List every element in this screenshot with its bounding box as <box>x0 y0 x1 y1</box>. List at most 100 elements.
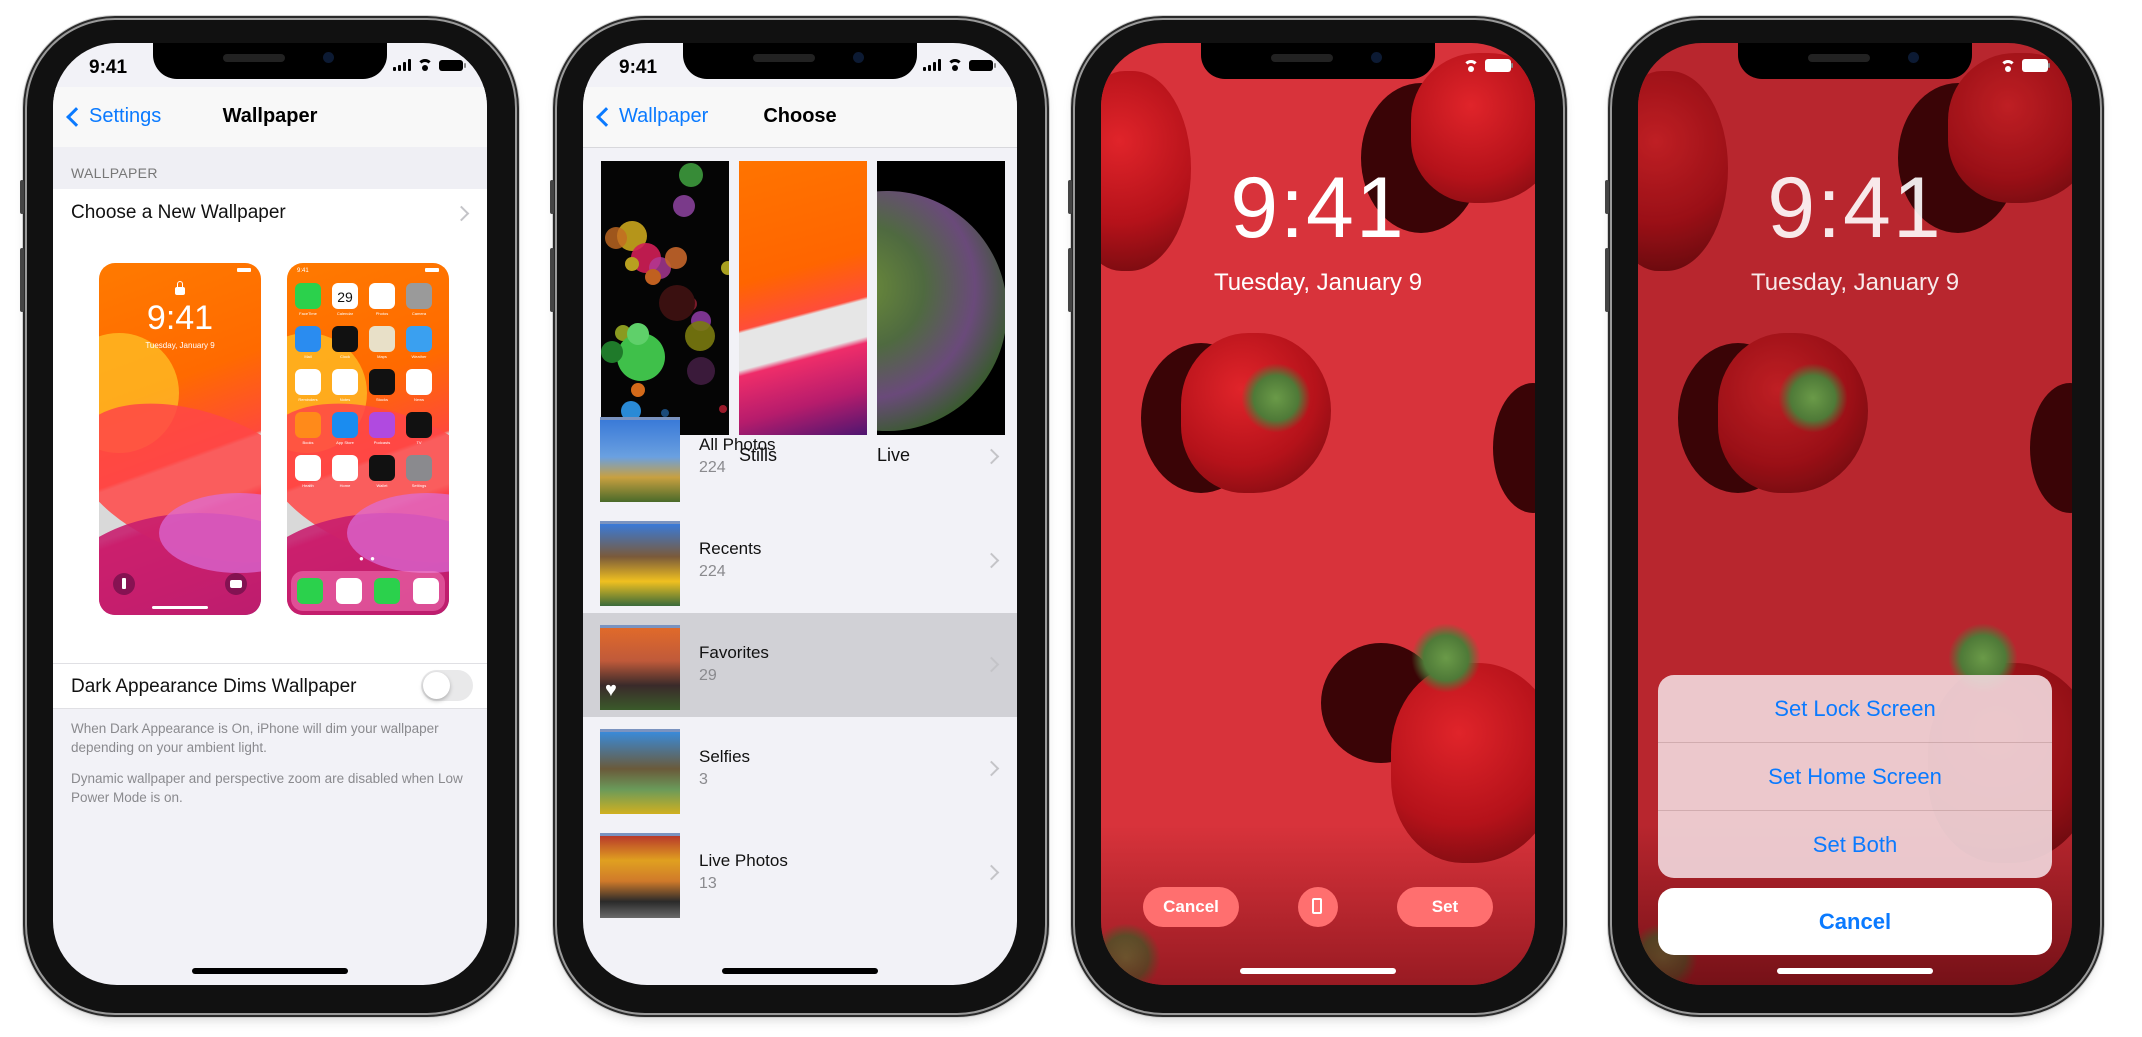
dark-appearance-toggle[interactable] <box>421 670 473 701</box>
app-label: Books <box>302 440 314 445</box>
action-sheet: Set Lock Screen Set Home Screen Set Both… <box>1658 675 2052 955</box>
album-title: All Photos <box>699 435 776 454</box>
app-icon-mail: Mail <box>295 326 321 359</box>
app-icon-home: Home <box>332 455 358 488</box>
app-icon-tv: TV <box>406 412 432 445</box>
album-row[interactable]: Live Photos 13 <box>583 821 1017 925</box>
lock-screen-preview[interactable]: 9:41 Tuesday, January 9 <box>99 263 261 615</box>
set-both-button[interactable]: Set Both <box>1658 811 2052 878</box>
app-icon-calendar: Calendar 29 <box>332 283 358 316</box>
set-button[interactable]: Set <box>1397 887 1493 927</box>
chevron-right-icon <box>983 448 1000 465</box>
choose-new-wallpaper-label: Choose a New Wallpaper <box>71 202 286 223</box>
album-count: 224 <box>699 459 726 476</box>
home-indicator[interactable] <box>722 968 878 974</box>
album-count: 224 <box>699 563 726 580</box>
lock-time: 9:41 <box>1767 160 1943 256</box>
app-icon-photos: Photos <box>369 283 395 316</box>
stills-thumbnail <box>739 161 867 435</box>
chevron-right-icon <box>983 656 1000 673</box>
page-dots: ● ● <box>359 554 377 563</box>
app-icon-wallet: Wallet <box>369 455 395 488</box>
app-icon-stocks: Stocks <box>369 369 395 402</box>
home-indicator[interactable] <box>1777 968 1933 974</box>
wifi-icon <box>2000 59 2016 72</box>
cancel-button[interactable]: Cancel <box>1143 887 1239 927</box>
app-label: Photos <box>375 311 389 316</box>
app-icon-reminders: Reminders <box>295 369 321 402</box>
home-indicator <box>152 606 208 609</box>
album-title: Live Photos <box>699 851 788 870</box>
screen: 9:41 Settings Wallpaper WALLPAPER Choose… <box>53 43 487 985</box>
set-home-screen-button[interactable]: Set Home Screen <box>1658 743 2052 811</box>
cellular-signal-icon <box>393 59 411 71</box>
album-count: 13 <box>699 875 717 892</box>
dock-icon-music <box>412 578 439 604</box>
app-label: FaceTime <box>299 311 317 316</box>
dock-icon-safari <box>335 578 362 604</box>
home-screen-preview[interactable]: 9:41 FaceTime Calendar 29 Photos Camera Mail C… <box>287 263 449 615</box>
footnote-low-power: Dynamic wallpaper and perspective zoom a… <box>71 771 463 805</box>
battery-icon <box>425 268 439 272</box>
status-time: 9:41 <box>89 57 128 78</box>
page-title: Wallpaper <box>222 105 318 127</box>
home-indicator[interactable] <box>192 968 348 974</box>
cancel-button[interactable]: Cancel <box>1658 888 2052 955</box>
app-label: Camera <box>411 311 427 316</box>
set-lock-screen-button[interactable]: Set Lock Screen <box>1658 675 2052 743</box>
album-row[interactable]: Favorites 29 ♥ <box>583 613 1017 717</box>
app-icon-app-store: App Store <box>332 412 358 445</box>
perspective-zoom-button[interactable] <box>1298 887 1338 927</box>
volume-up-button <box>1068 248 1072 312</box>
app-label: Wallet <box>376 483 388 488</box>
album-row[interactable]: All Photos 224 <box>583 405 1017 509</box>
mute-switch <box>1605 180 1609 214</box>
notch <box>153 43 387 79</box>
mute-switch <box>550 180 554 214</box>
app-label: Calendar <box>336 311 354 316</box>
app-label: App Store <box>336 440 354 445</box>
lock-date: Tuesday, January 9 <box>1750 269 1960 296</box>
screen: 9:41 Tuesday, January 9 Cancel Set <box>1101 43 1535 985</box>
app-label: Notes <box>339 397 351 402</box>
album-row[interactable]: Recents 224 <box>583 509 1017 613</box>
app-icon-facetime: FaceTime <box>295 283 321 316</box>
heart-icon: ♥ <box>605 679 617 701</box>
app-icon-podcasts: Podcasts <box>369 412 395 445</box>
app-label: News <box>413 397 424 402</box>
mute-switch <box>1068 180 1072 214</box>
battery-icon <box>969 59 996 71</box>
volume-up-button <box>20 248 24 312</box>
navigation-bar: Wallpaper Choose <box>583 87 1017 148</box>
preview-lock-time: 9:41 <box>146 299 214 337</box>
section-header-label: WALLPAPER <box>71 165 158 181</box>
notch <box>1738 43 1972 79</box>
dock <box>291 571 445 611</box>
lock-time: 9:41 <box>1230 160 1406 256</box>
app-label: Clock <box>339 354 350 359</box>
action-sheet-options: Set Lock Screen Set Home Screen Set Both <box>1658 675 2052 878</box>
volume-up-button <box>550 248 554 312</box>
home-indicator[interactable] <box>1240 968 1396 974</box>
cellular-signal-icon <box>923 59 941 71</box>
page-title: Choose <box>763 105 837 127</box>
lock-icon <box>175 281 185 295</box>
app-label: Weather <box>411 354 427 359</box>
app-label: Stocks <box>375 397 388 402</box>
choose-new-wallpaper-row[interactable]: Choose a New Wallpaper <box>53 189 487 238</box>
wifi-icon <box>947 59 963 71</box>
album-row[interactable]: Selfies 3 <box>583 717 1017 821</box>
album-title: Favorites <box>699 643 769 662</box>
preview-lock-date: Tuesday, January 9 <box>145 341 215 350</box>
album-title: Recents <box>699 539 762 558</box>
app-label: Settings <box>411 483 427 488</box>
notch <box>683 43 917 79</box>
perspective-zoom-icon <box>1312 898 1322 914</box>
wifi-icon <box>1463 59 1479 72</box>
screen: 9:41 Wallpaper Choose Stills Live All Ph… <box>583 43 1017 985</box>
status-time: 9:41 <box>619 57 658 78</box>
app-label: Maps <box>377 354 387 359</box>
chevron-right-icon <box>453 205 470 222</box>
current-wallpaper-previews: 9:41 Tuesday, January 9 9:41 FaceTime Cal… <box>53 237 487 663</box>
footnote-dark-appearance: When Dark Appearance is On, iPhone will … <box>71 721 439 755</box>
